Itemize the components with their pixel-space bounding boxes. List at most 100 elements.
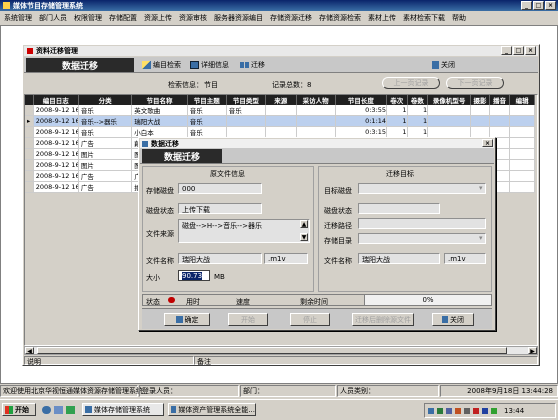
row-indicator[interactable] [25, 170, 34, 182]
main-titlebar: 媒体节目存储管理系统 _ □ × [0, 0, 558, 11]
scroll-left-button[interactable]: ◀ [25, 347, 34, 355]
close-button[interactable]: × [545, 1, 556, 10]
dialog-close-button[interactable]: × [482, 139, 493, 147]
dst-name-field[interactable]: 瑞阳大战 [358, 253, 440, 264]
row-indicator[interactable] [25, 181, 34, 193]
quicklaunch-ie-icon[interactable] [42, 406, 51, 414]
table-cell [427, 115, 472, 127]
src-status-field[interactable]: 上传下载 [178, 203, 262, 214]
dialog-close-action-button[interactable]: 关闭 [432, 313, 474, 326]
dst-path-field[interactable] [358, 218, 486, 229]
column-header-9[interactable]: 卷数 [407, 95, 429, 105]
menu-item-5[interactable]: 资源审核 [179, 13, 207, 23]
column-header-11[interactable]: 摄影 [470, 95, 490, 105]
row-indicator[interactable] [25, 137, 34, 149]
toolbar-migrate-button[interactable]: 迁移 [240, 60, 265, 70]
table-cell [226, 115, 266, 127]
tray-arrow-icon[interactable] [428, 407, 434, 414]
dst-path-label: 迁移路径 [324, 222, 352, 230]
tray-network-icon[interactable] [446, 407, 452, 414]
column-header-8[interactable]: 卷次 [386, 95, 408, 105]
tray-volume-icon[interactable] [464, 407, 470, 414]
tray-sync-icon[interactable] [437, 407, 443, 414]
ok-button[interactable]: 确定 [164, 313, 210, 326]
next-page-button[interactable]: 下一页记录 [446, 77, 504, 89]
scroll-right-button[interactable]: ▶ [528, 347, 537, 355]
src-path-field[interactable]: 磁盘-->H-->音乐-->器乐 [178, 219, 310, 243]
child-minimize-button[interactable]: _ [501, 46, 512, 55]
menu-item-3[interactable]: 存储配置 [109, 13, 137, 23]
table-row[interactable]: ▸2008-9-12 16:25音乐-->器乐瑞阳大战音乐0:1:1411 [25, 115, 535, 127]
src-name-label: 文件名称 [146, 257, 174, 265]
dst-dir-dropdown-arrow[interactable]: ▾ [479, 234, 483, 242]
column-header-12[interactable]: 播音 [489, 95, 511, 105]
dst-disk-select[interactable] [358, 183, 486, 194]
column-header-1[interactable]: 分类 [78, 95, 133, 105]
tray-ime-icon[interactable] [482, 407, 488, 414]
toolbar-detail-button[interactable]: 详细信息 [190, 60, 229, 70]
ok-label: 确定 [184, 315, 199, 324]
stop-button[interactable]: 停止 [290, 313, 330, 326]
src-ext-field[interactable]: .m1v [264, 253, 308, 264]
src-size-field[interactable]: 90.73 [178, 270, 210, 281]
app-icon [3, 2, 10, 9]
src-name-field[interactable]: 瑞阳大战 [178, 253, 262, 264]
child-close-button[interactable]: × [525, 46, 536, 55]
menu-item-1[interactable]: 部门人员 [39, 13, 67, 23]
column-header-6[interactable]: 采访人物 [296, 95, 336, 105]
column-header-3[interactable]: 节目主题 [187, 95, 227, 105]
menu-item-4[interactable]: 资源上传 [144, 13, 172, 23]
tray-antivirus-icon[interactable] [473, 407, 479, 414]
menu-item-0[interactable]: 系统管理 [4, 13, 32, 23]
column-header-7[interactable]: 节目长度 [335, 95, 388, 105]
row-indicator[interactable] [25, 126, 34, 138]
tray-shield-icon[interactable] [455, 407, 461, 414]
menu-item-11[interactable]: 帮助 [452, 13, 466, 23]
quicklaunch-desktop-icon[interactable] [54, 406, 63, 414]
table-cell: 1 [386, 105, 408, 116]
menu-item-6[interactable]: 服务器资源编目 [214, 13, 263, 23]
menu-item-9[interactable]: 素材上传 [368, 13, 396, 23]
row-indicator[interactable]: ▸ [25, 115, 34, 127]
toolbar-close-button[interactable]: 关闭 [432, 60, 455, 70]
minimize-button[interactable]: _ [521, 1, 532, 10]
src-path-scroll-up[interactable]: ▲ [300, 220, 308, 228]
src-path-scroll-down[interactable]: ▼ [300, 233, 308, 241]
child-maximize-button[interactable]: □ [513, 46, 524, 55]
table-row[interactable]: 2008-9-12 16:25音乐小白本音乐0:3:1511 [25, 126, 535, 138]
dst-ext-field[interactable]: .m1v [444, 253, 486, 264]
delete-source-button[interactable]: 迁移后删除源文件 [352, 313, 414, 326]
dst-disk-dropdown-arrow[interactable]: ▾ [479, 184, 483, 192]
tray-messenger-icon[interactable] [491, 407, 497, 414]
dst-dir-select[interactable] [358, 233, 486, 244]
row-indicator[interactable] [25, 105, 34, 116]
dst-status-field[interactable] [358, 203, 440, 214]
column-header-2[interactable]: 节目名称 [131, 95, 188, 105]
grid-hscrollbar[interactable]: ◀ ▶ [24, 346, 538, 355]
start-button[interactable]: 开始 [228, 313, 268, 326]
scroll-thumb[interactable] [37, 347, 507, 354]
menu-item-7[interactable]: 存储资源迁移 [270, 13, 312, 23]
column-header-4[interactable]: 节目类型 [226, 95, 266, 105]
taskbar-task-2[interactable]: 媒体资产管理系统全能... [168, 403, 256, 416]
column-header-5[interactable]: 来源 [265, 95, 297, 105]
prev-page-button[interactable]: 上一页记录 [382, 77, 440, 89]
taskbar-task-1[interactable]: 媒体存储管理系统 [82, 403, 164, 416]
column-header-10[interactable]: 录像机型号 [427, 95, 472, 105]
start-button-taskbar[interactable]: 开始 [2, 403, 36, 416]
maximize-button[interactable]: □ [533, 1, 544, 10]
table-row[interactable]: 2008-9-12 16:25音乐英文歌曲音乐音乐0:3:5511 [25, 105, 535, 116]
column-header-0[interactable]: 编目日志 [33, 95, 79, 105]
menu-item-10[interactable]: 素材检索下载 [403, 13, 445, 23]
quicklaunch-media-icon[interactable] [66, 406, 75, 414]
row-indicator[interactable] [25, 148, 34, 160]
column-header-13[interactable]: 编辑 [509, 95, 535, 105]
toolbar-edit-button[interactable]: 编目检索 [142, 60, 181, 70]
row-indicator[interactable] [25, 159, 34, 171]
table-cell [296, 126, 336, 138]
dialog-header-title-box: 数据迁移 [142, 149, 222, 163]
menu-item-2[interactable]: 权限管理 [74, 13, 102, 23]
src-disk-field[interactable]: 000 [178, 183, 262, 194]
menu-item-8[interactable]: 存储资源检索 [319, 13, 361, 23]
table-cell [489, 115, 511, 127]
